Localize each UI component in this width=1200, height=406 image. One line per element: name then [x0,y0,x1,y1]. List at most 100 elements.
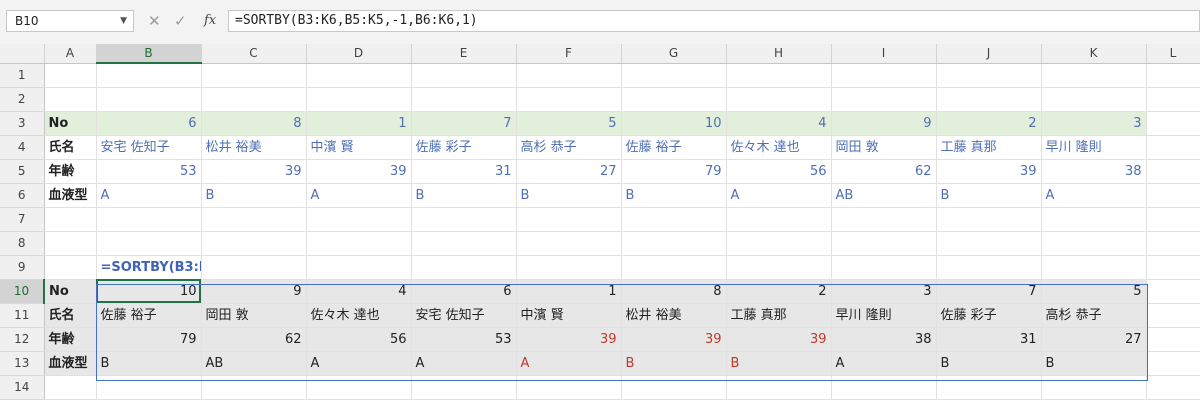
source-blood-cell[interactable]: B [621,183,727,208]
cell[interactable] [621,207,727,232]
cell[interactable] [726,255,832,280]
result-no-cell[interactable]: 7 [936,279,1042,304]
cell[interactable] [516,255,622,280]
source-name-cell[interactable]: 高杉 恭子 [516,135,622,160]
cell[interactable] [1146,159,1200,184]
cell[interactable] [621,375,727,400]
result-name-cell[interactable]: 高杉 恭子 [1041,303,1147,328]
result-no-cell[interactable]: 5 [1041,279,1147,304]
source-name-cell[interactable]: 中濱 賢 [306,135,412,160]
row-header-1[interactable]: 1 [0,63,45,88]
result-age-cell-highlight[interactable]: 39 [726,327,832,352]
col-header-H[interactable]: H [726,44,832,64]
row-header-7[interactable]: 7 [0,207,45,232]
cell[interactable] [411,87,517,112]
result-no-cell[interactable]: 1 [516,279,622,304]
result-blood-cell[interactable]: A [831,351,937,376]
source-no-cell[interactable]: 4 [726,111,832,136]
cell[interactable] [516,87,622,112]
source-no-cell[interactable]: 8 [201,111,307,136]
result-age-cell-highlight[interactable]: 39 [516,327,622,352]
cell[interactable] [411,63,517,88]
result-no-cell[interactable]: 6 [411,279,517,304]
cell[interactable] [516,375,622,400]
source-no-cell[interactable]: 9 [831,111,937,136]
result-age-cell-highlight[interactable]: 39 [621,327,727,352]
cell[interactable] [726,63,832,88]
cell[interactable] [1146,351,1200,376]
cell[interactable] [1146,111,1200,136]
result-blood-cell[interactable]: B [936,351,1042,376]
cell[interactable] [411,231,517,256]
cell[interactable] [936,63,1042,88]
cell[interactable] [1146,183,1200,208]
result-name-cell[interactable]: 工藤 真那 [726,303,832,328]
cell[interactable] [831,231,937,256]
source-label-blood[interactable]: 血液型 [44,183,97,208]
source-name-cell[interactable]: 佐藤 彩子 [411,135,517,160]
close-icon[interactable]: ✕ [148,10,161,32]
cell[interactable] [831,207,937,232]
cell[interactable] [411,255,517,280]
source-name-cell[interactable]: 早川 隆則 [1041,135,1147,160]
source-blood-cell[interactable]: A [96,183,202,208]
row-header-5[interactable]: 5 [0,159,45,184]
cell[interactable] [621,87,727,112]
result-no-cell[interactable]: 2 [726,279,832,304]
source-name-cell[interactable]: 松井 裕美 [201,135,307,160]
result-blood-cell-highlight[interactable]: B [621,351,727,376]
cell[interactable] [306,63,412,88]
cell[interactable] [1146,63,1200,88]
result-name-cell[interactable]: 松井 裕美 [621,303,727,328]
cell[interactable] [44,207,97,232]
source-blood-cell[interactable]: A [1041,183,1147,208]
result-name-cell[interactable]: 佐藤 彩子 [936,303,1042,328]
result-name-cell[interactable]: 早川 隆則 [831,303,937,328]
row-header-10[interactable]: 10 [0,279,45,304]
cell[interactable] [96,231,202,256]
cell[interactable] [1041,375,1147,400]
result-no-cell[interactable]: 9 [201,279,307,304]
result-no-cell[interactable]: 3 [831,279,937,304]
chevron-down-icon[interactable]: ▼ [120,11,127,31]
cell[interactable] [726,207,832,232]
source-no-cell[interactable]: 7 [411,111,517,136]
source-age-cell[interactable]: 79 [621,159,727,184]
cell[interactable] [44,87,97,112]
result-blood-cell-highlight[interactable]: A [516,351,622,376]
cell[interactable] [44,63,97,88]
col-header-B[interactable]: B [96,44,202,64]
cell[interactable] [936,231,1042,256]
source-no-cell[interactable]: 1 [306,111,412,136]
source-age-cell[interactable]: 38 [1041,159,1147,184]
row-header-4[interactable]: 4 [0,135,45,160]
cell[interactable] [936,375,1042,400]
source-blood-cell[interactable]: B [516,183,622,208]
source-no-cell[interactable]: 3 [1041,111,1147,136]
col-header-E[interactable]: E [411,44,517,64]
cell[interactable] [831,63,937,88]
result-name-cell[interactable]: 中濱 賢 [516,303,622,328]
source-no-cell[interactable]: 5 [516,111,622,136]
source-name-cell[interactable]: 佐藤 裕子 [621,135,727,160]
cell[interactable] [411,207,517,232]
result-label-no[interactable]: No [44,279,97,304]
result-name-cell[interactable]: 岡田 敦 [201,303,307,328]
col-header-A[interactable]: A [44,44,97,64]
source-age-cell[interactable]: 62 [831,159,937,184]
result-no-cell-selected[interactable]: 10 [96,279,202,304]
source-age-cell[interactable]: 39 [201,159,307,184]
cell[interactable] [1041,231,1147,256]
col-header-C[interactable]: C [201,44,307,64]
cell[interactable] [1146,255,1200,280]
cell[interactable] [306,255,412,280]
cell[interactable] [411,375,517,400]
formula-input[interactable]: =SORTBY(B3:K6,B5:K5,-1,B6:K6,1) [228,10,1200,32]
cell[interactable] [306,231,412,256]
source-age-cell[interactable]: 53 [96,159,202,184]
cell[interactable] [516,207,622,232]
cell[interactable] [1146,87,1200,112]
cell[interactable] [831,255,937,280]
cell[interactable] [201,63,307,88]
source-blood-cell[interactable]: B [201,183,307,208]
